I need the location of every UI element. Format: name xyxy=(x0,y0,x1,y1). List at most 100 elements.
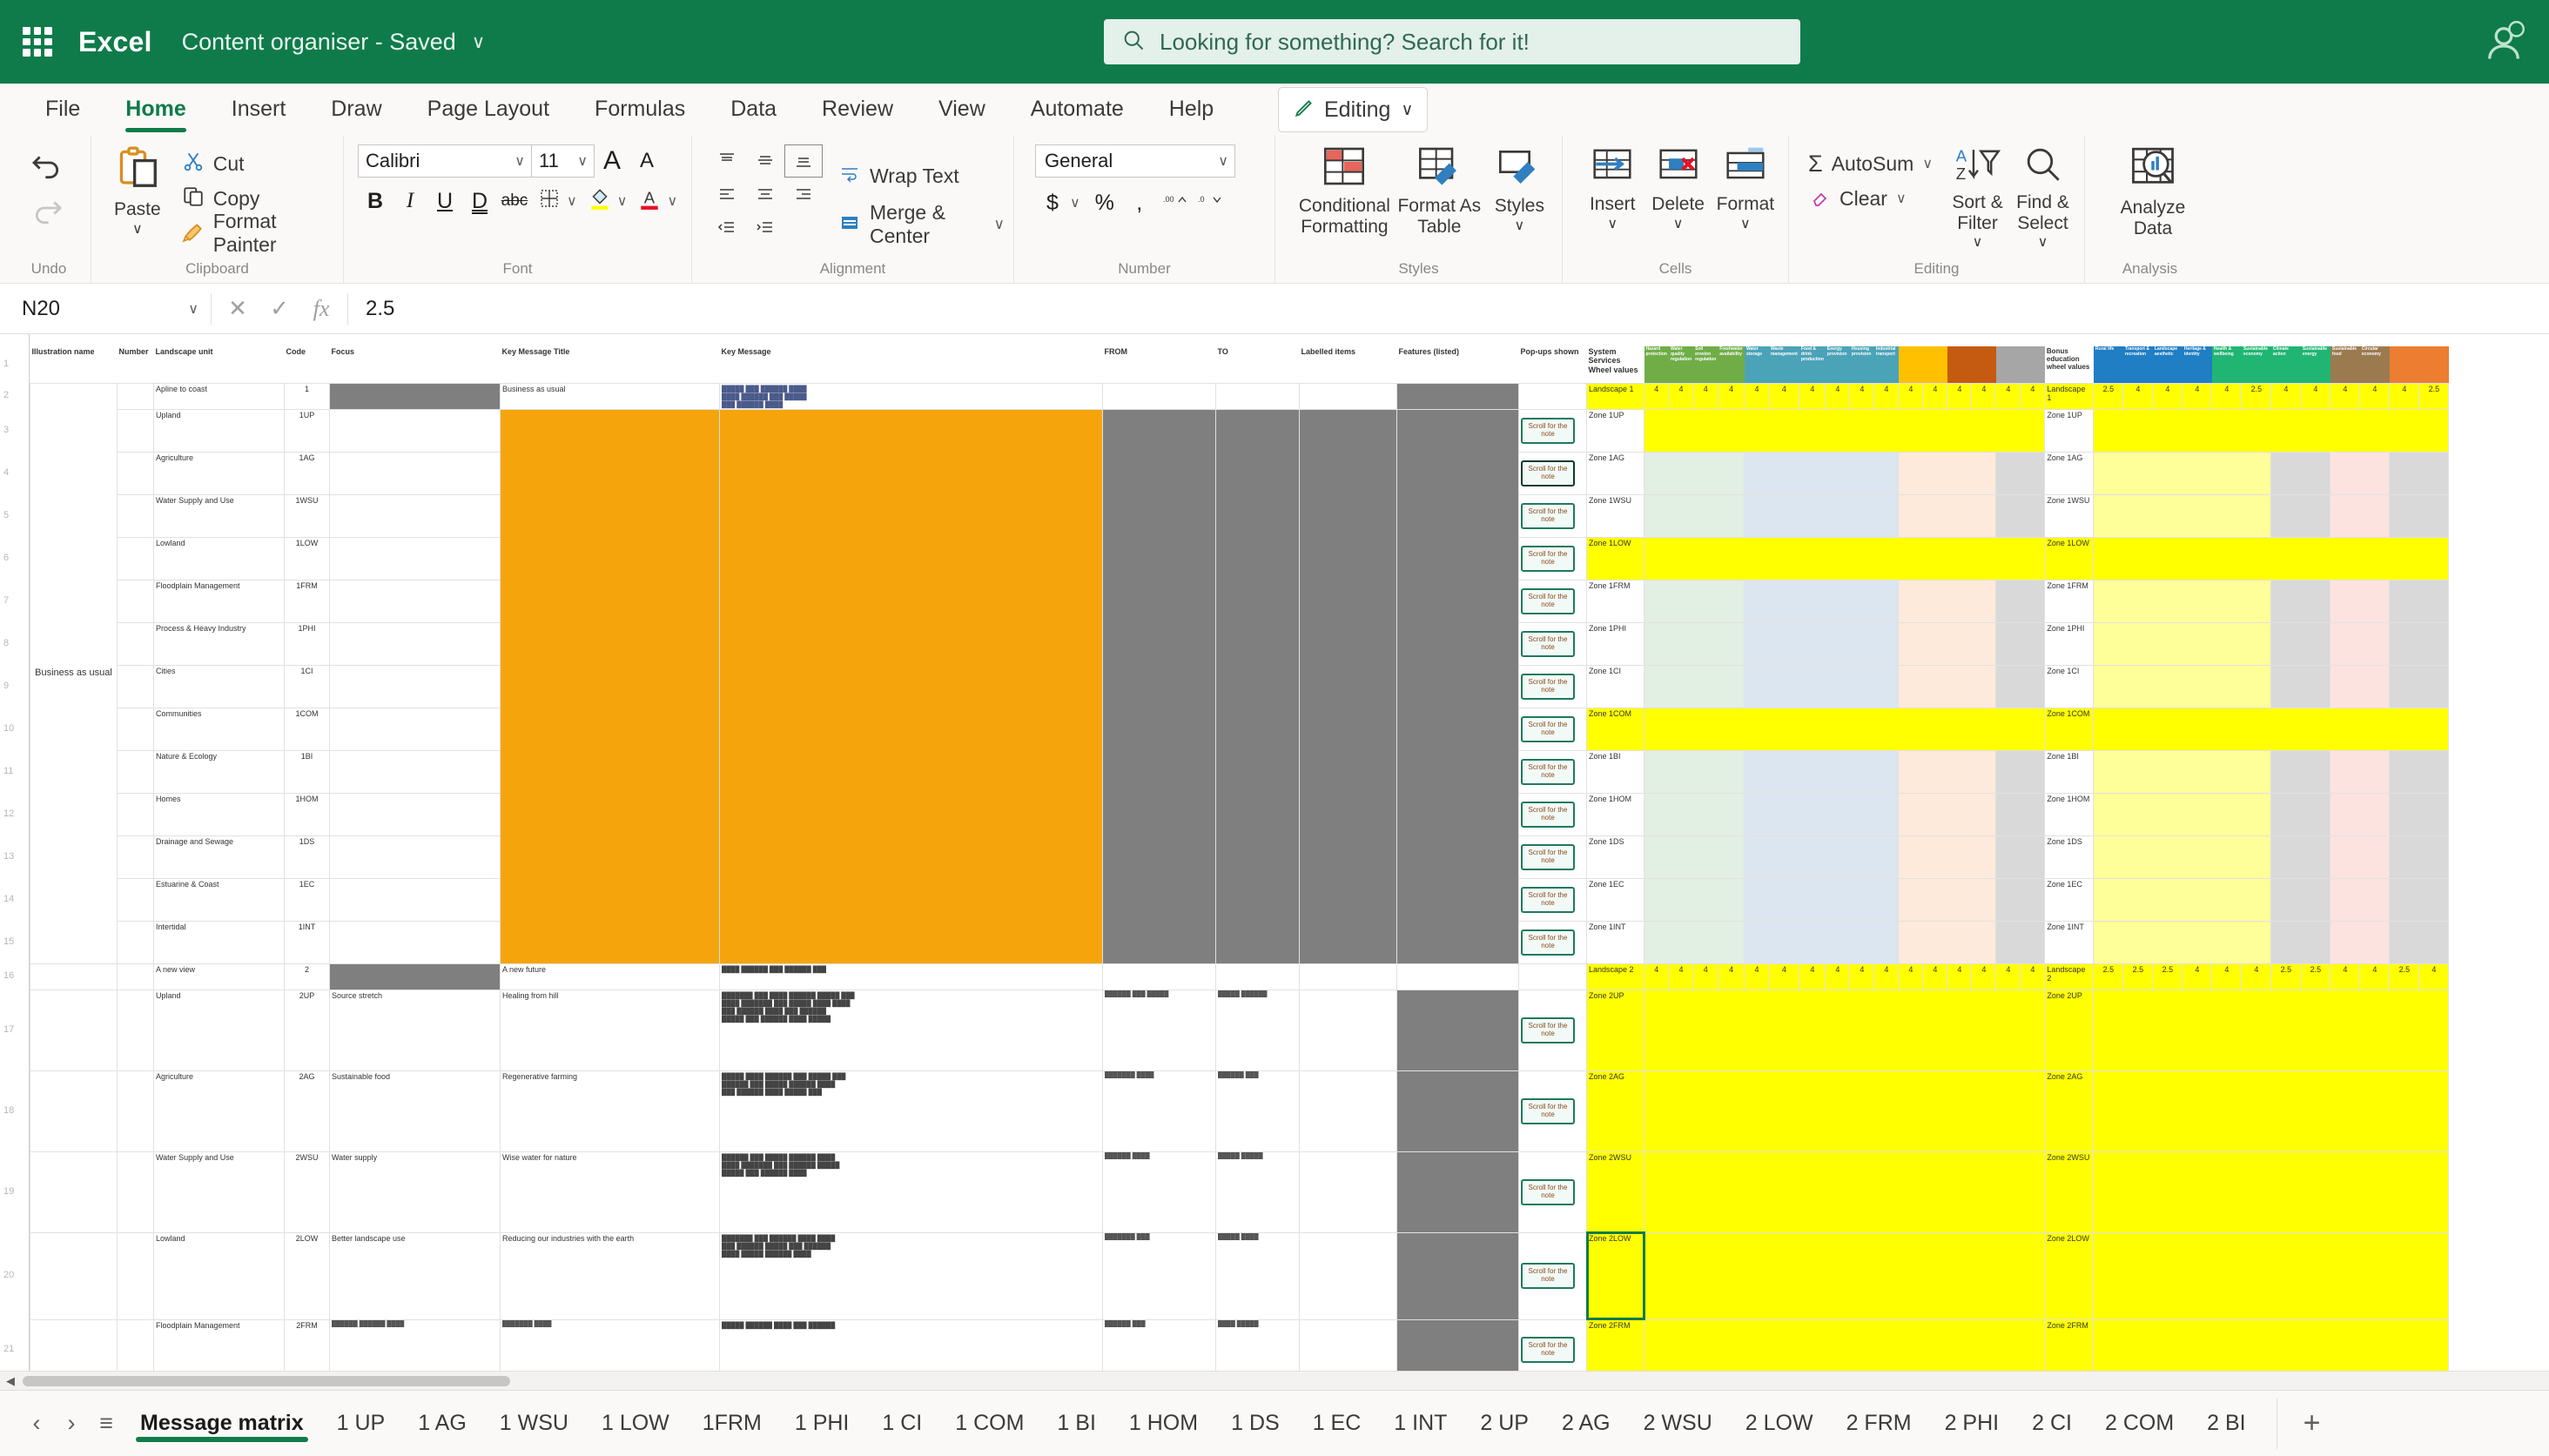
cell-zone-label[interactable]: Zone 1EC xyxy=(1586,877,1644,922)
decrease-font-size-button[interactable]: A xyxy=(629,144,664,178)
cell-bonus-grey-2[interactable] xyxy=(2389,792,2450,836)
cell-key-message[interactable]: █████ ███ ██████ ████ ████ ██████ ███ ███… xyxy=(719,382,1103,410)
cell-bonus-value[interactable]: 4 xyxy=(2122,382,2154,410)
cell-landscape-unit[interactable]: Process & Heavy Industry xyxy=(153,621,285,666)
cell-code[interactable]: 2 xyxy=(284,963,330,990)
cell-code[interactable]: 1LOW xyxy=(284,536,330,580)
sheet-tab-1-bi[interactable]: 1 BI xyxy=(1040,1399,1112,1449)
tab-view[interactable]: View xyxy=(916,97,1008,136)
cell-from[interactable] xyxy=(1102,382,1216,410)
font-name-select[interactable]: Calibri ∨ xyxy=(358,144,532,178)
cell-wheel-value[interactable]: 4 xyxy=(1898,963,1924,990)
cell-wheel-value[interactable]: 4 xyxy=(1668,382,1694,410)
sheet-tab-1-ag[interactable]: 1 AG xyxy=(401,1399,483,1449)
cell-to[interactable]: ██████ ███ xyxy=(1215,1070,1300,1152)
cell-landscape-unit[interactable]: A new view xyxy=(153,963,285,990)
cell-landscape-unit[interactable]: Lowland xyxy=(153,1231,285,1320)
borders-chevron-down-icon[interactable]: ∨ xyxy=(567,192,577,210)
cell-wheel-green[interactable] xyxy=(1643,792,1745,836)
cell-key-message-title[interactable]: Healing from hill xyxy=(500,989,720,1071)
cell-wheel-row[interactable] xyxy=(1643,1070,2046,1152)
popup-note-button[interactable]: Scroll for the note xyxy=(1521,502,1575,529)
popup-note-button[interactable]: Scroll for the note xyxy=(1521,630,1575,657)
cell-key-message-title[interactable]: Business as usual xyxy=(500,382,720,410)
undo-button[interactable] xyxy=(28,144,66,190)
cell-bonus-value[interactable]: 2.5 xyxy=(2389,963,2420,990)
cell-bonus-grey[interactable] xyxy=(2270,579,2331,623)
cell-number[interactable] xyxy=(117,749,154,794)
cell-wheel-value[interactable]: 4 xyxy=(1873,963,1900,990)
cell-number[interactable] xyxy=(117,920,154,964)
cell-bonus-zone-label[interactable]: Zone 1EC xyxy=(2044,877,2095,922)
cell-focus[interactable] xyxy=(329,792,501,836)
sheet-tab-2-bi[interactable]: 2 BI xyxy=(2190,1399,2262,1449)
cell-bonus-value[interactable]: 2.5 xyxy=(2418,382,2450,410)
tab-file[interactable]: File xyxy=(23,97,103,136)
tab-insert[interactable]: Insert xyxy=(209,97,309,136)
number-format-select[interactable]: General ∨ xyxy=(1035,144,1235,178)
cell-bonus-yellow[interactable] xyxy=(2093,579,2272,623)
cell-focus[interactable] xyxy=(329,408,501,453)
conditional-formatting-button[interactable]: Conditional Formatting xyxy=(1296,144,1393,237)
cell-features[interactable] xyxy=(1396,1070,1519,1152)
cell-focus[interactable]: Source stretch xyxy=(329,989,501,1071)
cell-popup[interactable]: Scroll for the note xyxy=(1518,579,1587,623)
add-sheet-button[interactable]: + xyxy=(2276,1398,2347,1449)
popup-note-button[interactable]: Scroll for the note xyxy=(1521,886,1575,913)
cell-bonus-red[interactable] xyxy=(2330,664,2391,708)
cell-bonus-value[interactable]: 4 xyxy=(2418,963,2450,990)
cell-bonus-row[interactable] xyxy=(2093,989,2450,1071)
row-header-tick[interactable]: 17 xyxy=(3,1024,26,1035)
cell-key-message-title[interactable]: Regenerative farming xyxy=(500,1070,720,1152)
popup-note-button[interactable]: Scroll for the note xyxy=(1521,843,1575,870)
cell-wheel-value[interactable]: 4 xyxy=(1971,963,1997,990)
cell-wheel-orange[interactable] xyxy=(1898,664,1997,708)
cell-bonus-value[interactable]: 4 xyxy=(2300,382,2331,410)
strikethrough-button[interactable]: abc xyxy=(497,185,532,218)
document-title[interactable]: Content organiser - Saved xyxy=(182,29,456,56)
cell-bonus-zone-label[interactable]: Zone 1CI xyxy=(2044,664,2095,708)
cell-landscape-unit[interactable]: Lowland xyxy=(153,536,285,580)
table-row[interactable]: Upland 2UP Source stretch Healing from h… xyxy=(30,989,2450,1071)
sheet-tab-message-matrix[interactable]: Message matrix xyxy=(124,1399,320,1449)
cell-wheel-row[interactable] xyxy=(1643,707,2046,751)
cell-wheel-green[interactable] xyxy=(1643,920,1745,964)
cell-bonus-grey-2[interactable] xyxy=(2389,493,2450,538)
cell-bonus-grey[interactable] xyxy=(2270,621,2331,666)
popup-note-button[interactable]: Scroll for the note xyxy=(1521,758,1575,785)
cell-bonus-grey[interactable] xyxy=(2270,877,2331,922)
cell-number[interactable] xyxy=(117,451,154,495)
cell-number[interactable] xyxy=(117,707,154,751)
format-cells-button[interactable]: Format ∨ xyxy=(1712,144,1779,232)
cell-to[interactable]: █████ █████ xyxy=(1215,1151,1300,1233)
cell-number[interactable] xyxy=(117,664,154,708)
cell-number[interactable] xyxy=(117,963,154,990)
row-header-tick[interactable]: 20 xyxy=(3,1270,26,1280)
cell-wheel-orange[interactable] xyxy=(1898,835,1997,879)
cell-wheel-value[interactable]: 4 xyxy=(1873,382,1900,410)
cell-landscape-unit[interactable]: Drainage and Sewage xyxy=(153,835,285,879)
row-header-tick[interactable]: 21 xyxy=(3,1344,26,1354)
redo-button[interactable] xyxy=(28,190,66,235)
popup-note-button[interactable]: Scroll for the note xyxy=(1521,1017,1575,1043)
row-header-tick[interactable]: 15 xyxy=(3,936,26,947)
cell-bonus-yellow[interactable] xyxy=(2093,920,2272,964)
cell-bonus-grey[interactable] xyxy=(2270,792,2331,836)
cell-landscape-unit[interactable]: Homes xyxy=(153,792,285,836)
tab-draw[interactable]: Draw xyxy=(308,97,404,136)
cell-key-message[interactable]: ██████ ███ █████ ██████ ████ ████ ███████… xyxy=(719,1151,1103,1233)
cell-bonus-value[interactable]: 2.5 xyxy=(2093,963,2124,990)
horizontal-scrollbar[interactable]: ◀ xyxy=(0,1371,2549,1390)
increase-indent-button[interactable] xyxy=(746,211,784,244)
clear-button[interactable]: Clear ∨ xyxy=(1808,181,1933,216)
cell-bonus-value[interactable]: 4 xyxy=(2330,382,2361,410)
tab-formulas[interactable]: Formulas xyxy=(572,97,708,136)
cell-zone-label[interactable]: Zone 2AG xyxy=(1586,1070,1644,1152)
popup-note-button[interactable]: Scroll for the note xyxy=(1521,1263,1575,1289)
cell-wheel-grey[interactable] xyxy=(1995,749,2046,794)
row-header-tick[interactable]: 13 xyxy=(3,851,26,862)
row-header-tick[interactable]: 2 xyxy=(3,390,26,400)
double-underline-button[interactable]: D xyxy=(462,185,497,218)
tab-automate[interactable]: Automate xyxy=(1008,97,1147,136)
sheet-tab-2-ci[interactable]: 2 CI xyxy=(2015,1399,2088,1449)
